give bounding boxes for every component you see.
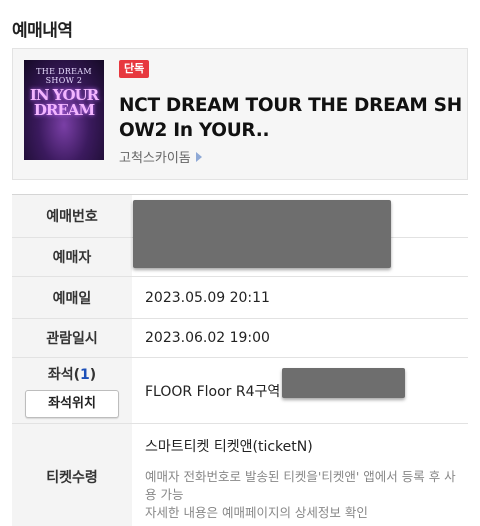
poster-art-text: IN YOUR DREAM	[29, 86, 99, 119]
event-poster[interactable]: THE DREAM SHOW 2 IN YOUR DREAM	[24, 60, 104, 160]
redacted-seat-block	[282, 368, 405, 398]
seat-count-close: )	[89, 366, 97, 383]
ticket-method: 스마트티켓 티켓앤(ticketN)	[145, 438, 313, 455]
table-row: 관람일시 2023.06.02 19:00	[12, 318, 468, 358]
venue-label: 고척스카이돔	[119, 151, 191, 166]
seat-label: 좌석(1)	[12, 364, 132, 384]
table-row: 티켓수령 스마트티켓 티켓앤(ticketN) 예매자 전화번호로 발송된 티켓…	[12, 423, 468, 526]
seat-label-text: 좌석	[47, 366, 74, 383]
show-datetime-label: 관람일시	[12, 318, 132, 358]
redacted-block	[133, 200, 391, 268]
arrow-right-icon	[195, 151, 202, 162]
ticket-note: 예매자 전화번호로 발송된 티켓을'티켓앤' 앱에서 등록 후 사용 가능	[145, 468, 456, 502]
show-datetime-value: 2023.06.02 19:00	[132, 318, 468, 358]
booking-date-value: 2023.05.09 20:11	[132, 276, 468, 319]
poster-top-text: THE DREAM SHOW 2	[36, 67, 92, 85]
booking-number-label: 예매번호	[12, 194, 132, 238]
section-title: 예매내역	[12, 21, 73, 41]
ticket-note-detail: 자세한 내용은 예매페이지의 상세정보 확인	[145, 504, 368, 520]
table-row: 예매일 2023.05.09 20:11	[12, 276, 468, 319]
booking-date-label: 예매일	[12, 276, 132, 319]
seat-label-cell: 좌석(1) 좌석위치	[12, 357, 132, 424]
seat-text: FLOOR Floor R4구역	[145, 383, 281, 400]
event-title[interactable]: NCT DREAM TOUR THE DREAM SHOW2 In YOUR..	[119, 93, 464, 143]
exclusive-badge: 단독	[119, 60, 150, 78]
seat-location-button[interactable]: 좌석위치	[25, 389, 119, 418]
venue-link[interactable]: 고척스카이돔	[119, 147, 202, 166]
ticket-receipt-value: 스마트티켓 티켓앤(ticketN) 예매자 전화번호로 발송된 티켓을'티켓앤…	[132, 423, 468, 526]
seat-count: 1	[80, 366, 90, 383]
ticket-receipt-label: 티켓수령	[12, 423, 132, 526]
booker-label: 예매자	[12, 237, 132, 277]
event-card[interactable]: THE DREAM SHOW 2 IN YOUR DREAM 단독 NCT DR…	[12, 48, 468, 180]
